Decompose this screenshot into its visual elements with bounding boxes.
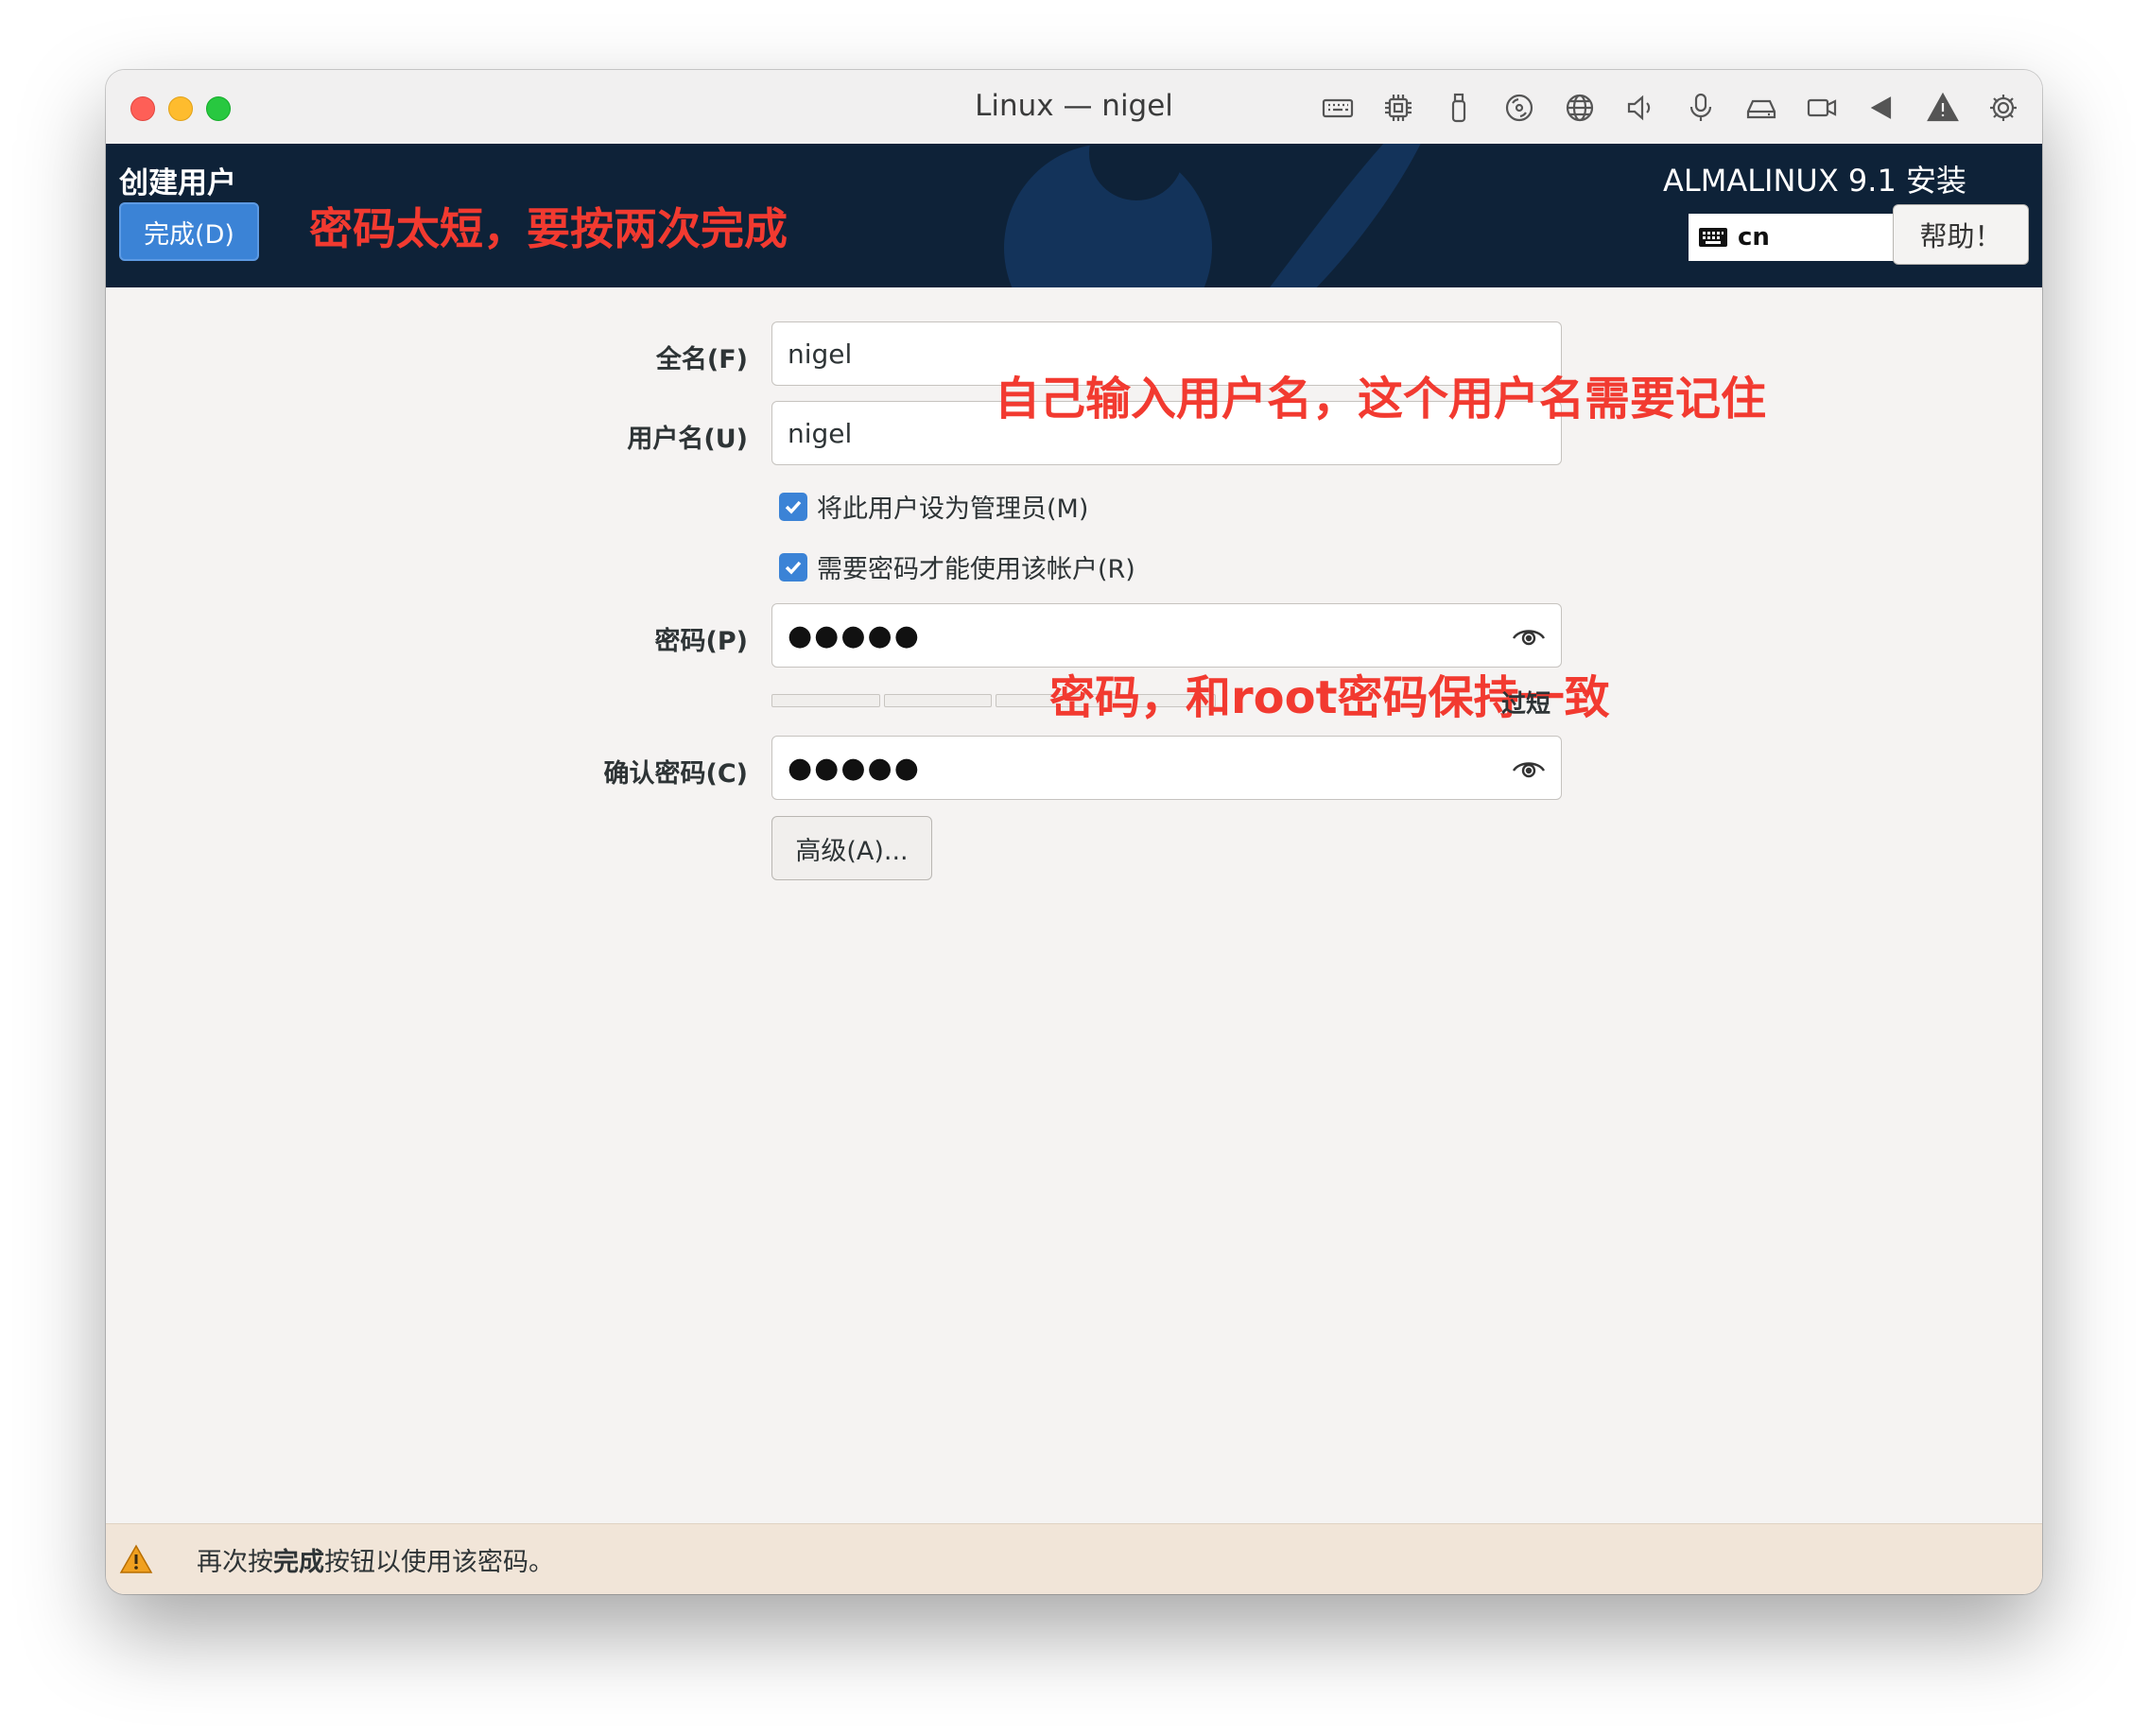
require-password-label: 需要密码才能使用该帐户(R) — [817, 555, 1135, 584]
cpu-icon[interactable] — [1377, 89, 1420, 127]
checkmark-icon — [785, 561, 802, 575]
camera-icon[interactable] — [1800, 89, 1844, 127]
header-logo-decoration — [1004, 144, 1421, 287]
password-strength-text: 过短 — [1501, 690, 1551, 719]
speaker-icon[interactable] — [1619, 89, 1662, 127]
help-button[interactable]: 帮助！ — [1893, 204, 2029, 265]
done-button[interactable]: 完成(D) — [119, 202, 259, 261]
page-title: 创建用户 — [119, 166, 236, 200]
keyboard-icon[interactable] — [1316, 89, 1360, 127]
keyboard-layout-indicator[interactable]: cn — [1689, 214, 1895, 261]
strength-segment — [771, 694, 880, 707]
confirm-password-label: 确认密码(C) — [603, 759, 749, 789]
fullname-value: nigel — [788, 338, 853, 370]
admin-checkbox-row[interactable]: 将此用户设为管理员(M) — [779, 488, 1088, 525]
confirm-password-field[interactable]: ●●●●● — [771, 736, 1562, 800]
confirm-password-value: ●●●●● — [788, 751, 921, 785]
warning-done-emphasis: 完成 — [273, 1547, 324, 1577]
warning-icon[interactable] — [1921, 89, 1965, 127]
product-title: ALMALINUX 9.1 安装 — [1662, 163, 1966, 199]
settings-icon[interactable] — [1982, 89, 2025, 127]
username-label: 用户名(U) — [627, 425, 748, 454]
fullname-label: 全名(F) — [655, 345, 748, 374]
warning-bar: 再次按完成按钮以使用该密码。 — [106, 1523, 2042, 1594]
password-label: 密码(P) — [654, 627, 748, 656]
admin-checkbox[interactable] — [779, 492, 807, 521]
show-confirm-password-eye-icon[interactable] — [1512, 755, 1546, 782]
password-field[interactable]: ●●●●● — [771, 603, 1562, 668]
warning-suffix: 按钮以使用该密码。 — [324, 1547, 554, 1577]
keyboard-layout-icon — [1699, 228, 1727, 247]
keyboard-layout-value: cn — [1738, 223, 1770, 252]
checkmark-icon — [785, 500, 802, 514]
microphone-icon[interactable] — [1679, 89, 1723, 127]
usb-icon[interactable] — [1437, 89, 1481, 127]
annotation-username: 自己输入用户名，这个用户名需要记住 — [995, 373, 1767, 425]
installer-header: 创建用户 完成(D) 密码太短，要按两次完成 ALMALINUX 9.1 安装 … — [106, 144, 2042, 287]
back-arrow-icon[interactable] — [1861, 89, 1904, 127]
title-bar: Linux — nigel — [106, 70, 2042, 145]
annotation-password-short: 密码太短，要按两次完成 — [309, 203, 788, 254]
disk-icon[interactable] — [1740, 89, 1783, 127]
admin-checkbox-label: 将此用户设为管理员(M) — [817, 495, 1089, 524]
show-password-eye-icon[interactable] — [1512, 623, 1546, 650]
network-icon[interactable] — [1558, 89, 1602, 127]
require-password-checkbox[interactable] — [779, 552, 807, 582]
require-password-checkbox-row[interactable]: 需要密码才能使用该帐户(R) — [779, 548, 1135, 585]
app-window: Linux — nigel 创建用户 完成(D) 密码太短，要按两次完成 ALM… — [106, 70, 2042, 1594]
warning-triangle-icon — [119, 1544, 153, 1573]
username-value: nigel — [788, 417, 853, 449]
disc-icon[interactable] — [1498, 89, 1541, 127]
warning-prefix: 再次按 — [197, 1547, 273, 1577]
vm-toolbar — [1316, 89, 2025, 127]
password-value: ●●●●● — [788, 618, 921, 652]
strength-segment — [883, 694, 992, 707]
advanced-button[interactable]: 高级(A)... — [771, 816, 932, 880]
warning-message: 再次按完成按钮以使用该密码。 — [197, 1541, 554, 1578]
